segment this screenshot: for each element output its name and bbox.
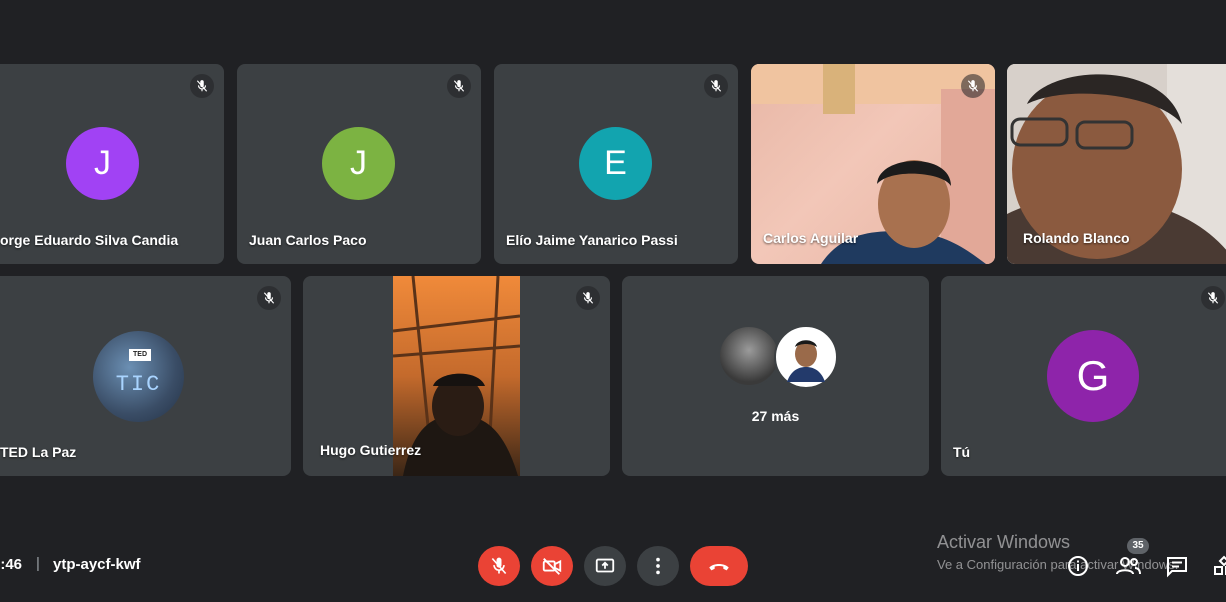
mic-off-icon bbox=[257, 286, 281, 310]
activities-button[interactable] bbox=[1212, 554, 1226, 578]
participant-name: Rolando Blanco bbox=[1023, 230, 1130, 246]
chat-button[interactable] bbox=[1165, 554, 1189, 578]
avatar: G bbox=[1047, 330, 1139, 422]
meeting-code[interactable]: ytp-aycf-kwf bbox=[53, 556, 141, 573]
mic-off-icon bbox=[190, 74, 214, 98]
mic-off-icon bbox=[447, 74, 471, 98]
mic-off-icon bbox=[704, 74, 728, 98]
others-tile[interactable]: 27 más bbox=[622, 276, 929, 476]
chat-icon bbox=[1167, 557, 1187, 578]
more-options-button[interactable] bbox=[637, 546, 679, 586]
participant-name: Carlos Aguilar bbox=[763, 230, 859, 246]
mic-off-icon bbox=[576, 286, 600, 310]
participant-count-badge: 35 bbox=[1127, 538, 1149, 554]
windows-activation-subtitle: Ve a Configuración para activar Windows. bbox=[937, 557, 1179, 572]
people-icon bbox=[1116, 557, 1141, 575]
ted-badge: TED bbox=[129, 349, 151, 361]
participant-tile-jorge[interactable]: J orge Eduardo Silva Candia bbox=[0, 64, 224, 264]
mic-off-icon bbox=[1201, 286, 1225, 310]
avatar: E bbox=[579, 127, 652, 200]
tic-logo-avatar: TED TIC bbox=[93, 331, 184, 422]
windows-activation-title: Activar Windows bbox=[937, 532, 1071, 552]
mic-toggle-button[interactable] bbox=[478, 546, 520, 586]
participant-name: TED La Paz bbox=[0, 444, 77, 460]
meeting-time: 0:46 bbox=[0, 556, 23, 573]
present-screen-icon bbox=[595, 558, 615, 573]
camera-toggle-button[interactable] bbox=[531, 546, 573, 586]
more-participants-label: 27 más bbox=[751, 408, 800, 424]
present-screen-button[interactable] bbox=[584, 546, 626, 586]
meeting-details-button[interactable] bbox=[1066, 554, 1090, 578]
participant-name: Elío Jaime Yanarico Passi bbox=[506, 232, 678, 248]
more-vert-icon bbox=[656, 557, 660, 575]
separator: | bbox=[36, 555, 40, 572]
hang-up-icon bbox=[709, 563, 729, 571]
participant-tile-hugo-gutierrez[interactable]: Hugo Gutierrez bbox=[303, 276, 610, 476]
other-participant-avatar bbox=[774, 325, 838, 389]
participant-name: Tú bbox=[953, 444, 971, 460]
participant-tile-ted-la-paz[interactable]: TED TIC TED La Paz bbox=[0, 276, 291, 476]
participant-tile-rolando-blanco[interactable]: Rolando Blanco bbox=[1007, 64, 1226, 264]
participant-name: Hugo Gutierrez bbox=[320, 442, 422, 458]
participant-tile-carlos-aguilar[interactable]: Carlos Aguilar bbox=[751, 64, 995, 264]
avatar: J bbox=[66, 127, 139, 200]
other-participant-avatar bbox=[718, 325, 780, 387]
participant-tile-juan-carlos[interactable]: J Juan Carlos Paco bbox=[237, 64, 481, 264]
participant-tile-self[interactable]: G Tú bbox=[941, 276, 1226, 476]
participant-name: Juan Carlos Paco bbox=[249, 232, 367, 248]
mic-off-icon bbox=[961, 74, 985, 98]
mic-off-icon bbox=[491, 557, 507, 575]
activities-icon bbox=[1214, 555, 1226, 575]
participant-name: orge Eduardo Silva Candia bbox=[0, 232, 179, 248]
avatar: J bbox=[322, 127, 395, 200]
tic-logo-text: TIC bbox=[115, 372, 162, 397]
info-icon bbox=[1068, 556, 1088, 576]
leave-call-button[interactable] bbox=[690, 546, 748, 586]
camera-off-icon bbox=[542, 558, 562, 575]
participant-tile-elio[interactable]: E Elío Jaime Yanarico Passi bbox=[494, 64, 738, 264]
participants-button[interactable] bbox=[1115, 554, 1141, 578]
